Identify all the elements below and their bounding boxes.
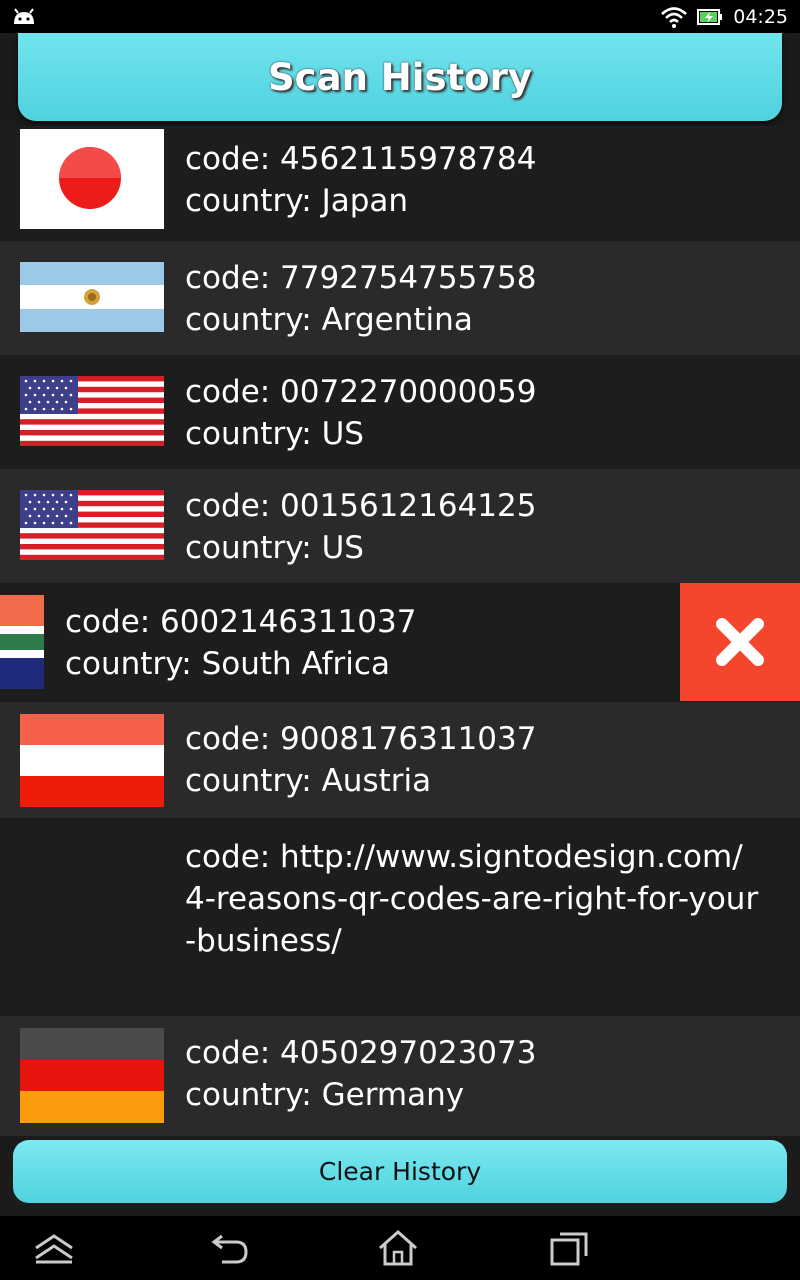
android-notification-icon — [14, 8, 34, 24]
wifi-icon — [661, 7, 688, 28]
item-country: country: Japan — [185, 183, 409, 219]
austria-flag-icon — [20, 714, 164, 807]
history-item[interactable]: code: 4562115978784 country: Japan — [0, 126, 800, 241]
item-code: code: 0015612164125 — [185, 488, 537, 524]
south-africa-flag-icon — [0, 595, 44, 689]
history-item[interactable]: code: 0015612164125 country: US — [0, 469, 800, 583]
item-code: code: 9008176311037 — [185, 721, 537, 757]
item-country: country: Argentina — [185, 302, 473, 338]
battery-charging-icon — [697, 9, 723, 25]
us-flag-icon — [20, 376, 164, 446]
history-item[interactable]: code: 0072270000059 country: US — [0, 355, 800, 469]
home-icon[interactable] — [376, 1228, 420, 1268]
item-country: country: US — [185, 530, 364, 566]
item-country: country: Germany — [185, 1077, 465, 1113]
clear-history-button[interactable]: Clear History — [13, 1140, 787, 1203]
history-item[interactable]: code: 9008176311037 country: Austria — [0, 702, 800, 818]
navigation-bar — [0, 1216, 800, 1280]
back-icon[interactable] — [208, 1228, 252, 1268]
history-item[interactable]: code: http://www.signtodesign.com/4-reas… — [0, 818, 800, 1016]
recent-apps-icon[interactable] — [548, 1228, 592, 1268]
close-icon — [716, 618, 764, 666]
item-country: country: Austria — [185, 763, 432, 799]
history-item[interactable]: code: 7792754755758 country: Argentina — [0, 241, 800, 355]
item-code: code: http://www.signtodesign.com/4-reas… — [185, 839, 759, 959]
argentina-flag-icon — [20, 262, 164, 332]
us-flag-icon — [20, 490, 164, 560]
status-time: 04:25 — [733, 6, 788, 28]
item-country: country: South Africa — [65, 646, 390, 682]
japan-flag-icon — [20, 129, 164, 229]
item-code: code: 0072270000059 — [185, 374, 537, 410]
page-title: Scan History — [268, 55, 532, 99]
history-item[interactable]: code: 4050297023073 country: Germany — [0, 1016, 800, 1136]
recent-apps-up-icon[interactable] — [32, 1228, 76, 1268]
header-bar: Scan History — [18, 33, 782, 121]
item-code: code: 6002146311037 — [65, 604, 417, 640]
item-country: country: US — [185, 416, 364, 452]
item-code: code: 4562115978784 — [185, 141, 537, 177]
item-code: code: 4050297023073 — [185, 1035, 537, 1071]
history-item-swiped[interactable]: code: 6002146311037 country: South Afric… — [0, 583, 800, 702]
delete-item-button[interactable] — [680, 583, 800, 701]
status-bar: 04:25 — [0, 0, 800, 33]
app-content: Scan History code: 4562115978784 country… — [0, 33, 800, 1216]
germany-flag-icon — [20, 1028, 164, 1123]
history-list: code: 4562115978784 country: Japan code:… — [0, 126, 800, 1136]
item-code: code: 7792754755758 — [185, 260, 537, 296]
